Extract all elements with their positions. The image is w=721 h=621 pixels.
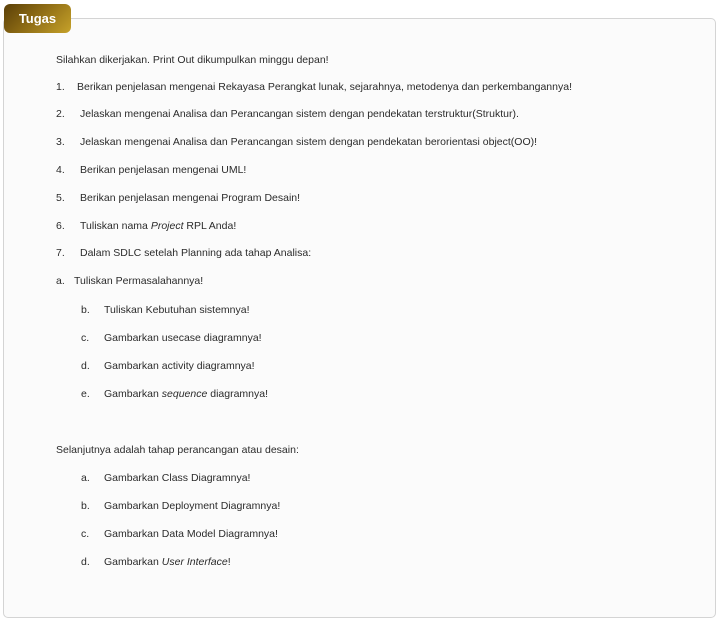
- item-letter: e.: [81, 388, 90, 400]
- item-letter: b.: [81, 500, 90, 512]
- item-letter: a.: [56, 275, 65, 287]
- item-number: 5.: [56, 192, 65, 204]
- item-text: Berikan penjelasan mengenai Rekayasa Per…: [77, 81, 572, 93]
- item-text: Gambarkan activity diagramnya!: [104, 360, 255, 372]
- item-letter: c.: [81, 528, 90, 540]
- item-text: Gambarkan Class Diagramnya!: [104, 472, 251, 484]
- item-letter: c.: [81, 332, 90, 344]
- item-letter: d.: [81, 360, 90, 372]
- item-text: Tuliskan Kebutuhan sistemnya!: [104, 304, 250, 316]
- tugas-badge: Tugas: [4, 4, 71, 33]
- item-text: Gambarkan User Interface!: [104, 556, 231, 568]
- item-number: 6.: [56, 220, 65, 232]
- item-text: Dalam SDLC setelah Planning ada tahap An…: [80, 247, 312, 259]
- item-text: Berikan penjelasan mengenai UML!: [80, 164, 247, 176]
- item-letter: d.: [81, 556, 90, 568]
- item-number: 1.: [56, 81, 65, 93]
- item-text: Jelaskan mengenai Analisa dan Perancanga…: [80, 108, 519, 120]
- item-text: Gambarkan sequence diagramnya!: [104, 388, 269, 400]
- item-number: 2.: [56, 108, 65, 120]
- item-number: 3.: [56, 136, 65, 148]
- item-text: Tuliskan Permasalahannya!: [74, 275, 204, 287]
- item-text: Gambarkan Data Model Diagramnya!: [104, 528, 278, 540]
- intro-text: Silahkan dikerjakan. Print Out dikumpulk…: [56, 54, 329, 66]
- item-letter: b.: [81, 304, 90, 316]
- design-intro-text: Selanjutnya adalah tahap perancangan ata…: [56, 444, 299, 456]
- item-text: Berikan penjelasan mengenai Program Desa…: [80, 192, 301, 204]
- item-text: Gambarkan Deployment Diagramnya!: [104, 500, 281, 512]
- item-text: Gambarkan usecase diagramnya!: [104, 332, 262, 344]
- item-number: 7.: [56, 247, 65, 259]
- item-number: 4.: [56, 164, 65, 176]
- item-letter: a.: [81, 472, 90, 484]
- item-text: Tuliskan nama Project RPL Anda!: [80, 220, 237, 232]
- item-text: Jelaskan mengenai Analisa dan Perancanga…: [80, 136, 538, 148]
